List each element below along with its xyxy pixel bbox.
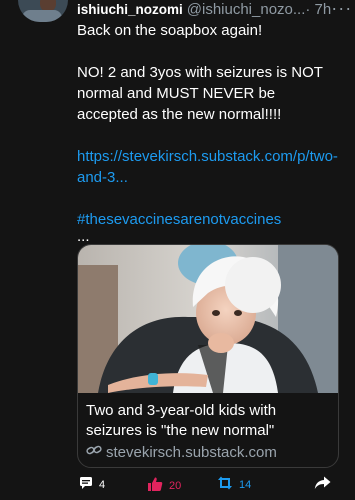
thumbs-up-icon bbox=[147, 476, 163, 495]
like-count: 20 bbox=[169, 479, 182, 492]
card-domain-row[interactable]: stevekirsch.substack.com bbox=[86, 443, 328, 463]
like-button[interactable]: 20 bbox=[147, 476, 181, 495]
link-icon bbox=[86, 443, 106, 463]
author-name[interactable]: ishiuchi_nozomi bbox=[77, 0, 183, 20]
repost-count: 14 bbox=[239, 478, 252, 491]
card-title[interactable]: Two and 3-year-old kids with seizures is… bbox=[86, 401, 328, 441]
more-options-icon[interactable]: ··· bbox=[331, 0, 352, 18]
share-button[interactable] bbox=[314, 476, 331, 493]
post-body: Back on the soapbox again! NO! 2 and 3yo… bbox=[77, 20, 339, 244]
post-link[interactable]: https://stevekirsch.substack.com/p/two-a… bbox=[77, 146, 339, 188]
post-line-1: Back on the soapbox again! bbox=[77, 22, 263, 39]
comment-count: 4 bbox=[99, 478, 106, 491]
comment-icon bbox=[79, 476, 93, 493]
comment-button[interactable]: 4 bbox=[79, 476, 105, 493]
post-header: ishiuchi_nozomi @ishiuchi_nozo... · 7h ·… bbox=[77, 0, 352, 20]
author-handle[interactable]: @ishiuchi_nozo... bbox=[187, 0, 306, 20]
post-ellipsis: ... bbox=[77, 228, 90, 245]
repost-icon bbox=[217, 476, 233, 493]
link-card[interactable]: Two and 3-year-old kids with seizures is… bbox=[77, 244, 339, 468]
post-hashtag[interactable]: #thesevaccinesarenotvaccines bbox=[77, 209, 339, 230]
repost-button[interactable]: 14 bbox=[217, 476, 251, 493]
post-line-2: NO! 2 and 3yos with seizures is NOT norm… bbox=[77, 64, 323, 123]
avatar[interactable] bbox=[18, 0, 68, 22]
action-bar: 4 20 14 bbox=[77, 476, 349, 498]
share-icon bbox=[314, 476, 331, 493]
card-image[interactable] bbox=[78, 245, 338, 393]
post-time: · 7h bbox=[305, 1, 332, 18]
card-domain: stevekirsch.substack.com bbox=[106, 444, 277, 461]
